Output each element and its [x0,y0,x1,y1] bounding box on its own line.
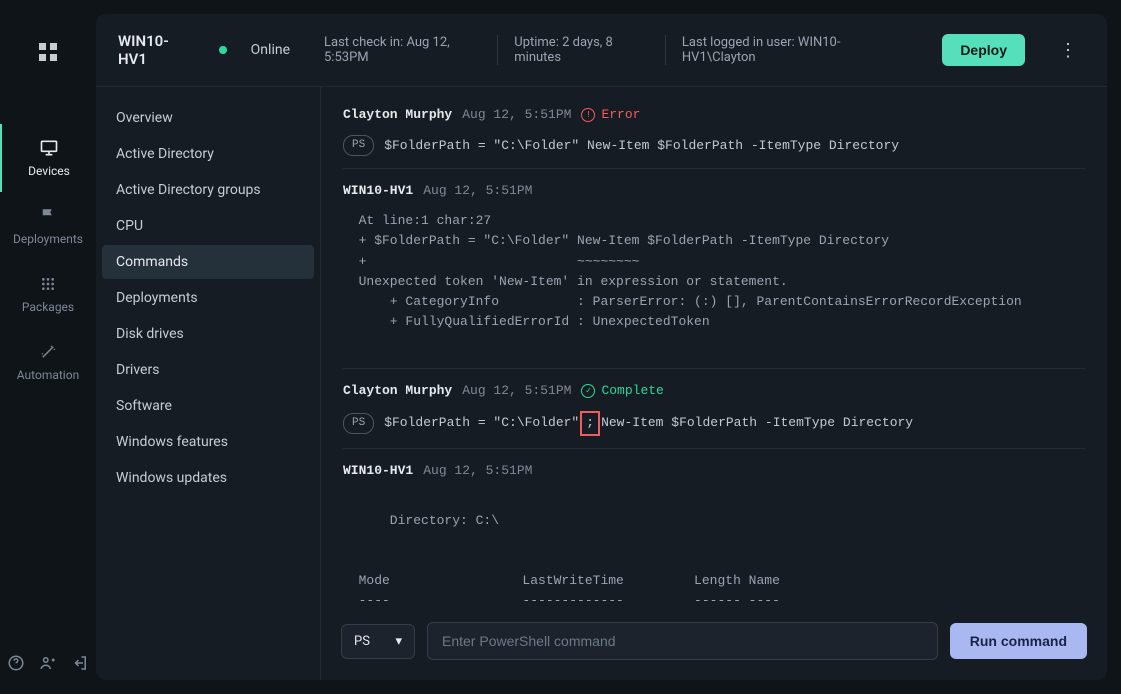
shell-selector[interactable]: PS ▾ [341,624,415,659]
output-text: Directory: C:\ Mode LastWriteTime Length… [343,491,1085,608]
uptime: Uptime: 2 days, 8 minutes [497,35,665,65]
entry-time: Aug 12, 5:51PM [462,381,571,401]
output-entry: WIN10-HV1 Aug 12, 5:51PM Directory: C:\ … [343,461,1085,608]
grid-icon [38,274,58,294]
output-host: WIN10-HV1 [343,181,413,201]
command-text: $FolderPath = "C:\Folder" New-Item $Fold… [384,136,899,156]
sidebar-item-ad-groups[interactable]: Active Directory groups [102,173,314,207]
status-badge: ✓ Complete [581,381,663,401]
status-badge: ! Error [581,105,640,125]
output-entry: WIN10-HV1 Aug 12, 5:51PM At line:1 char:… [343,181,1085,352]
run-command-button[interactable]: Run command [950,623,1087,659]
commands-content: Clayton Murphy Aug 12, 5:51PM ! Error PS… [321,87,1107,680]
command-entry: Clayton Murphy Aug 12, 5:51PM ! Error PS… [343,105,1085,156]
chevron-down-icon: ▾ [395,634,402,649]
logout-icon[interactable] [71,654,89,676]
more-menu-icon[interactable]: ⋮ [1051,36,1085,65]
rail-item-devices[interactable]: Devices [0,124,96,192]
rail-label: Automation [17,368,79,382]
entry-user: Clayton Murphy [343,105,452,125]
sidebar-item-commands[interactable]: Commands [102,245,314,279]
output-text: At line:1 char:27 + $FolderPath = "C:\Fo… [343,211,1085,352]
divider [343,448,1085,449]
rail-label: Packages [22,300,74,314]
device-sidebar: Overview Active Directory Active Directo… [96,87,321,680]
top-meta: Last check in: Aug 12, 5:53PM Uptime: 2 … [308,35,908,65]
rail-label: Deployments [13,232,83,246]
last-user: Last logged in user: WIN10-HV1\Clayton [665,35,908,65]
command-text: $FolderPath = "C:\Folder";New-Item $Fold… [384,411,913,435]
body: Overview Active Directory Active Directo… [96,87,1107,680]
main-panel: WIN10-HV1 Online Last check in: Aug 12, … [96,14,1107,680]
add-user-icon[interactable] [39,654,57,676]
rail-item-automation[interactable]: Automation [0,328,96,396]
entry-user: Clayton Murphy [343,381,452,401]
command-log[interactable]: Clayton Murphy Aug 12, 5:51PM ! Error PS… [321,87,1107,608]
sidebar-item-disk-drives[interactable]: Disk drives [102,317,314,351]
deploy-button[interactable]: Deploy [942,34,1025,66]
sidebar-item-win-features[interactable]: Windows features [102,425,314,459]
topbar: WIN10-HV1 Online Last check in: Aug 12, … [96,14,1107,87]
last-checkin: Last check in: Aug 12, 5:53PM [308,35,497,65]
check-icon: ✓ [581,384,595,398]
sidebar-item-overview[interactable]: Overview [102,101,314,135]
output-time: Aug 12, 5:51PM [423,461,532,481]
sidebar-item-deployments[interactable]: Deployments [102,281,314,315]
output-host: WIN10-HV1 [343,461,413,481]
shell-pill: PS [343,135,374,156]
app-logo [36,40,60,64]
sidebar-item-drivers[interactable]: Drivers [102,353,314,387]
sidebar-item-ad[interactable]: Active Directory [102,137,314,171]
divider [343,368,1085,369]
divider [343,168,1085,169]
entry-time: Aug 12, 5:51PM [462,105,571,125]
shell-pill: PS [343,413,374,434]
wand-icon [38,342,58,362]
output-time: Aug 12, 5:51PM [423,181,532,201]
highlight-box: ; [580,411,600,435]
rail-footer [7,636,89,694]
device-status: Online [251,42,290,58]
sidebar-item-win-updates[interactable]: Windows updates [102,461,314,495]
rail-item-packages[interactable]: Packages [0,260,96,328]
command-entry: Clayton Murphy Aug 12, 5:51PM ✓ Complete… [343,381,1085,435]
flag-icon [38,206,58,226]
sidebar-item-software[interactable]: Software [102,389,314,423]
help-icon[interactable] [7,654,25,676]
command-input[interactable] [427,622,938,660]
monitor-icon [39,138,59,158]
rail-item-deployments[interactable]: Deployments [0,192,96,260]
sidebar-item-cpu[interactable]: CPU [102,209,314,243]
nav-rail: Devices Deployments Packages Automation [0,0,96,694]
rail-label: Devices [28,164,70,178]
error-icon: ! [581,108,595,122]
device-name: WIN10-HV1 [118,32,191,68]
command-bar: PS ▾ Run command [321,608,1107,680]
status-dot-icon [219,46,226,54]
